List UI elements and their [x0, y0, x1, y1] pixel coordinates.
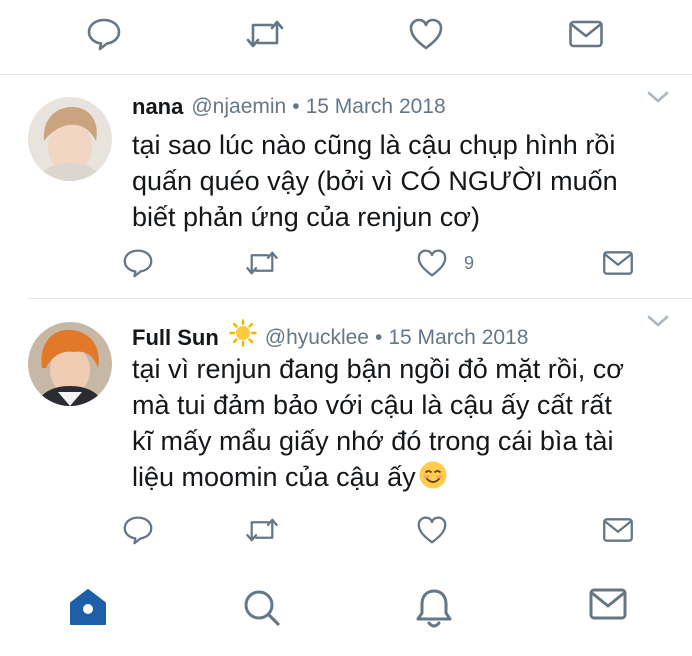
like-button[interactable]: 9 — [416, 233, 474, 293]
like-icon — [409, 18, 443, 50]
retweet-icon — [246, 518, 278, 542]
username[interactable]: @njaemin — [191, 92, 286, 122]
tweet-header: nana @njaemin • 15 March 2018 — [132, 92, 446, 122]
separator: • — [292, 95, 300, 118]
avatar[interactable] — [28, 322, 112, 406]
reply-icon — [123, 516, 153, 545]
retweet-button[interactable] — [244, 500, 280, 560]
tweet-menu-button[interactable] — [646, 89, 670, 110]
home-icon — [70, 589, 106, 625]
tweet-text-line: mà tui đảm bảo với cậu là cậu ấy cất rất — [132, 390, 612, 420]
mail-icon — [603, 251, 633, 275]
retweet-icon — [246, 251, 278, 275]
nav-messages[interactable] — [588, 586, 628, 627]
top-action-row — [0, 4, 692, 64]
retweet-button[interactable] — [244, 233, 280, 293]
like-icon — [417, 516, 447, 544]
timestamp[interactable]: 15 March 2018 — [388, 323, 528, 353]
reply-icon — [123, 249, 153, 278]
display-name[interactable]: nana — [132, 92, 183, 122]
smiling-face-emoji — [418, 460, 448, 499]
like-button[interactable] — [408, 4, 444, 64]
tweet-text-line: quấn quéo vậy (bởi vì CÓ NGƯỜI muốn — [132, 166, 618, 196]
mail-icon — [589, 588, 627, 620]
chevron-down-icon — [647, 315, 669, 327]
mail-icon — [569, 20, 603, 48]
direct-message-button[interactable] — [602, 233, 634, 293]
search-icon — [244, 590, 280, 626]
direct-message-button[interactable] — [602, 500, 634, 560]
bottom-nav — [0, 566, 692, 656]
tweet-nana[interactable]: nana @njaemin • 15 March 2018 tại sao lú… — [0, 75, 692, 299]
bell-icon — [416, 589, 452, 628]
tweet-text-line-last: liệu moomin của cậu ấy — [132, 459, 672, 499]
username[interactable]: @hyucklee — [265, 323, 369, 353]
nav-notifications[interactable] — [414, 586, 454, 637]
retweet-icon — [246, 20, 284, 48]
reply-button[interactable] — [122, 233, 154, 293]
reply-button[interactable] — [122, 500, 154, 560]
display-name[interactable]: Full Sun — [132, 323, 219, 353]
like-button[interactable] — [416, 500, 464, 560]
tweet-action-row: 9 — [0, 233, 692, 293]
reply-icon — [87, 18, 121, 51]
nav-home[interactable] — [66, 586, 110, 633]
tweet-menu-button[interactable] — [646, 313, 670, 334]
tweet-text-line: kĩ mấy mẩu giấy nhớ đó trong cái bìa tài — [132, 426, 614, 456]
tweet-text-line: tại vì renjun đang bận ngồi đỏ mặt rồi, … — [132, 354, 624, 384]
tweet-text: tại vì renjun đang bận ngồi đỏ mặt rồi, … — [132, 351, 672, 499]
timestamp[interactable]: 15 March 2018 — [306, 92, 446, 122]
tweet-text-line: biết phản ứng của renjun cơ) — [132, 202, 480, 232]
mail-icon — [603, 518, 633, 542]
avatar[interactable] — [28, 97, 112, 181]
like-icon — [417, 249, 447, 277]
nav-search[interactable] — [240, 586, 284, 635]
tweet-text-line: tại sao lúc nào cũng là cậu chụp hình rồ… — [132, 130, 616, 160]
like-count: 9 — [464, 252, 475, 273]
chevron-down-icon — [647, 91, 669, 103]
retweet-button[interactable] — [244, 4, 286, 64]
tweet-text-line: liệu moomin của cậu ấy — [132, 462, 416, 492]
tweet-action-row — [0, 500, 692, 560]
separator: • — [374, 325, 383, 349]
tweet-full-sun[interactable]: Full Sun @hyucklee • 15 March 2018 tại v… — [0, 299, 692, 566]
direct-message-button[interactable] — [568, 4, 604, 64]
tweet-text: tại sao lúc nào cũng là cậu chụp hình rồ… — [132, 127, 672, 235]
reply-button[interactable] — [86, 4, 122, 64]
